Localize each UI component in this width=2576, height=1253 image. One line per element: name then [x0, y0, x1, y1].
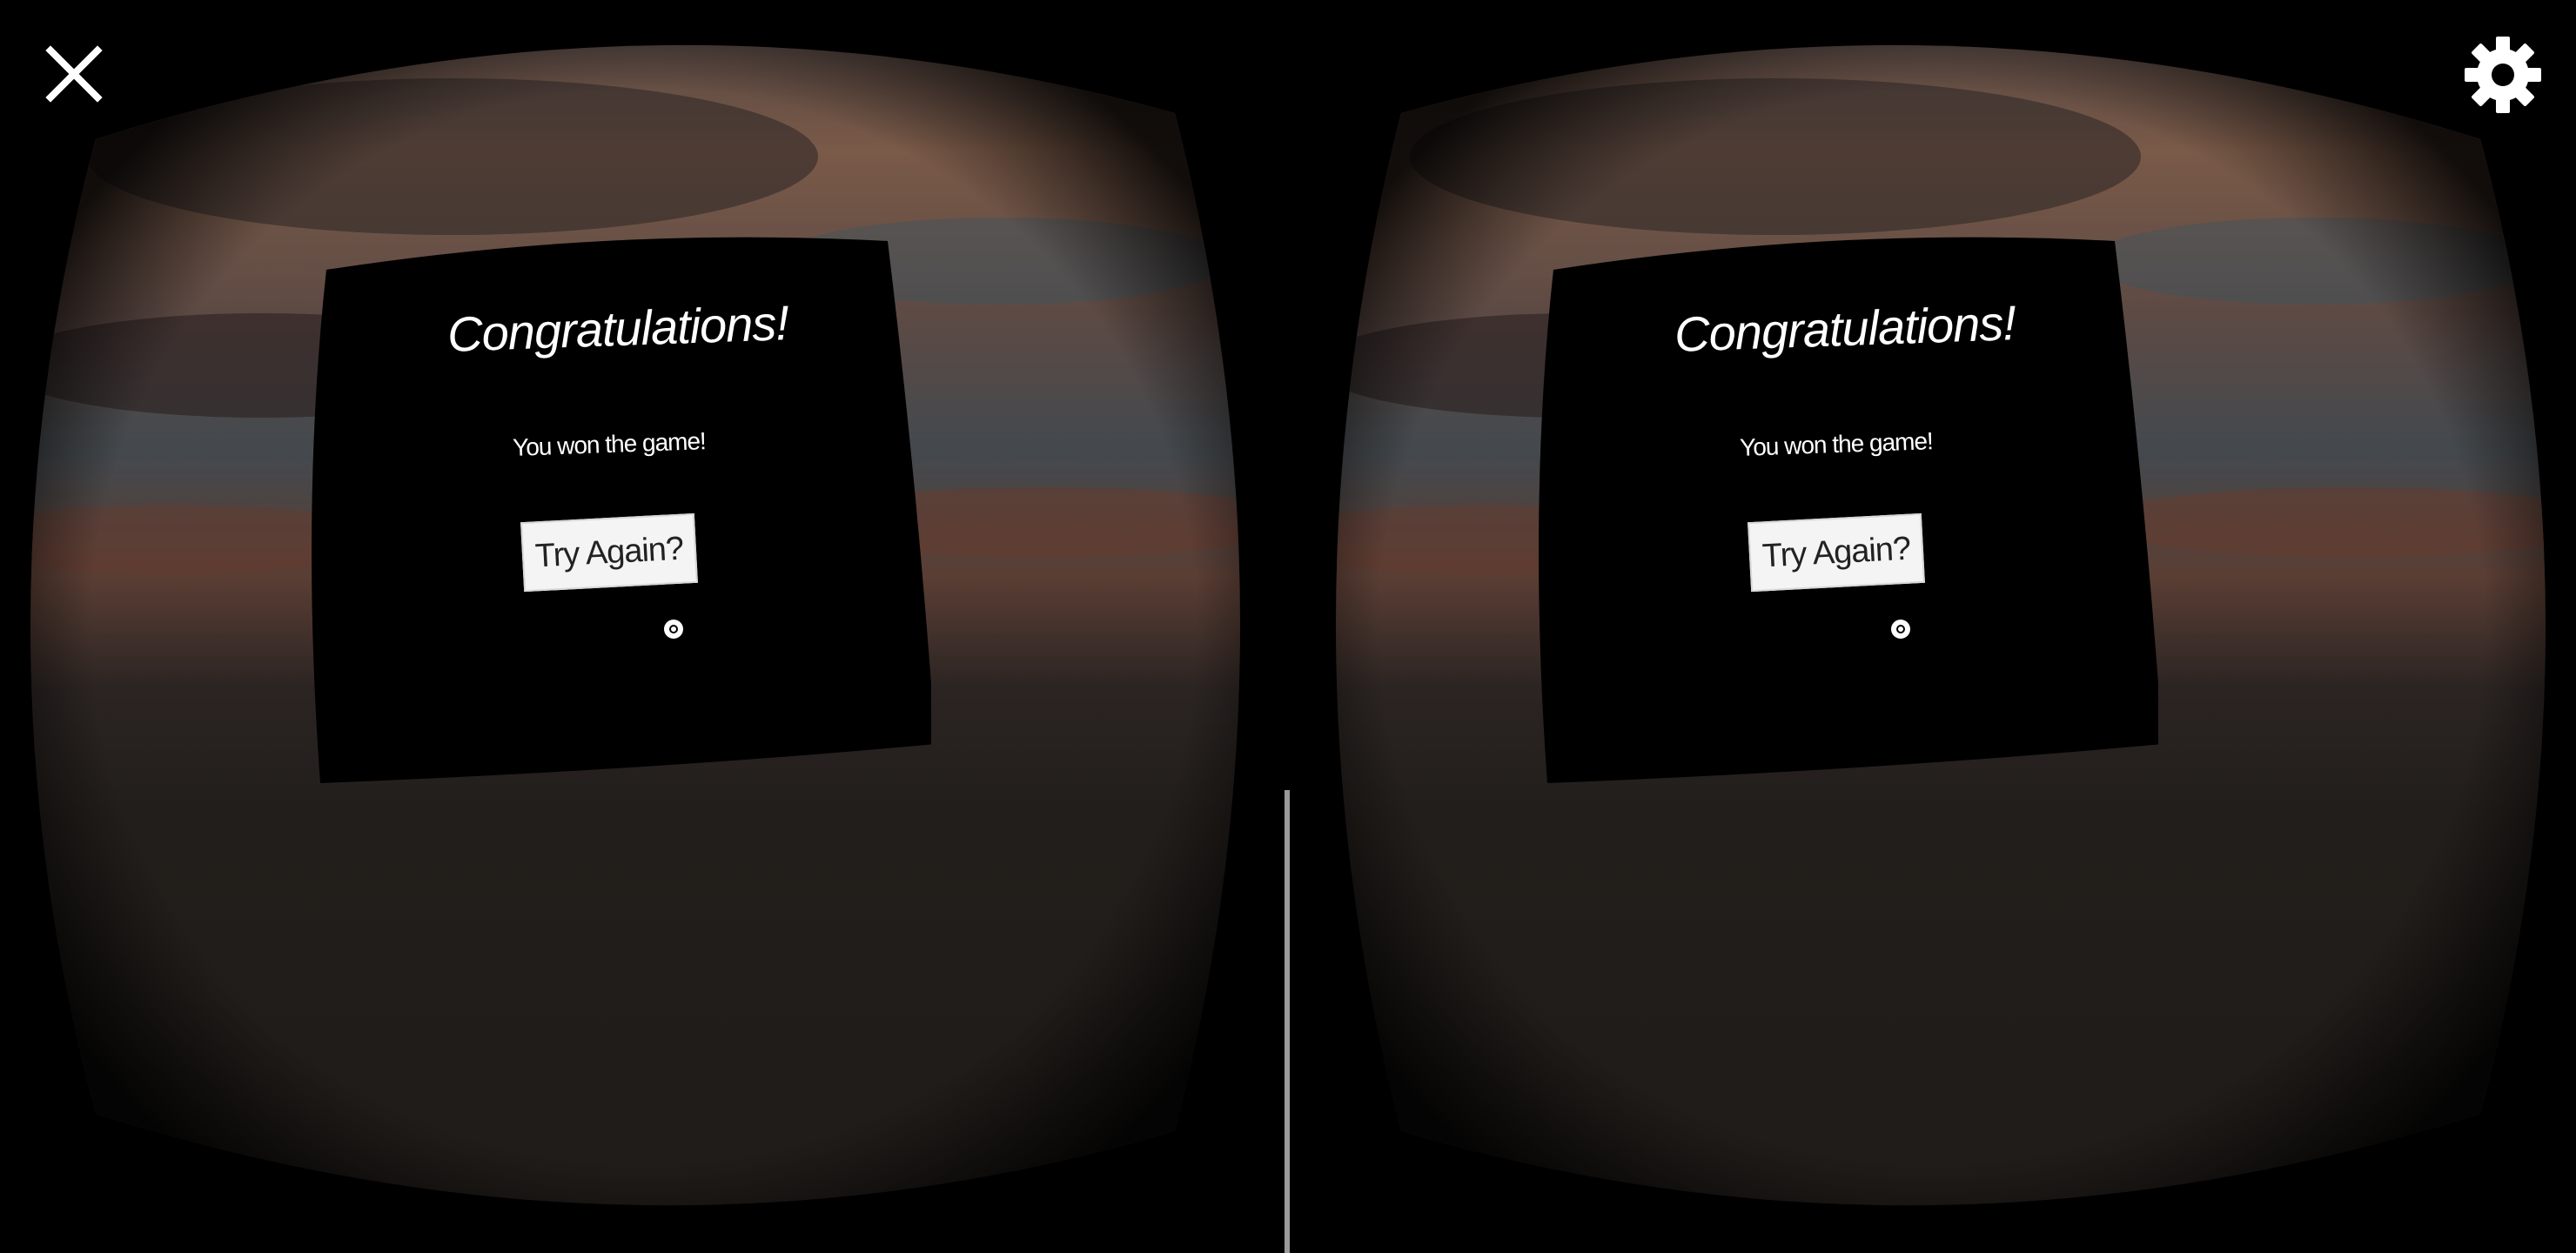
settings-button[interactable]	[2459, 31, 2546, 118]
vr-stereo-view: Congratulations! You won the game! Try A…	[0, 0, 2576, 1253]
close-button[interactable]	[35, 35, 113, 113]
eye-divider	[1285, 790, 1290, 1253]
try-again-button[interactable]: Try Again?	[1748, 513, 1925, 593]
dialog-panel: Congratulations! You won the game! Try A…	[305, 231, 931, 787]
gaze-reticle-icon	[1891, 620, 1910, 639]
dialog-panel: Congratulations! You won the game! Try A…	[1532, 231, 2158, 787]
close-icon	[45, 45, 103, 103]
gaze-reticle-icon	[664, 620, 683, 639]
gear-icon	[2465, 37, 2541, 113]
right-eye-view: Congratulations! You won the game! Try A…	[1288, 0, 2576, 1253]
left-eye-view: Congratulations! You won the game! Try A…	[0, 0, 1288, 1253]
try-again-button[interactable]: Try Again?	[520, 513, 698, 593]
